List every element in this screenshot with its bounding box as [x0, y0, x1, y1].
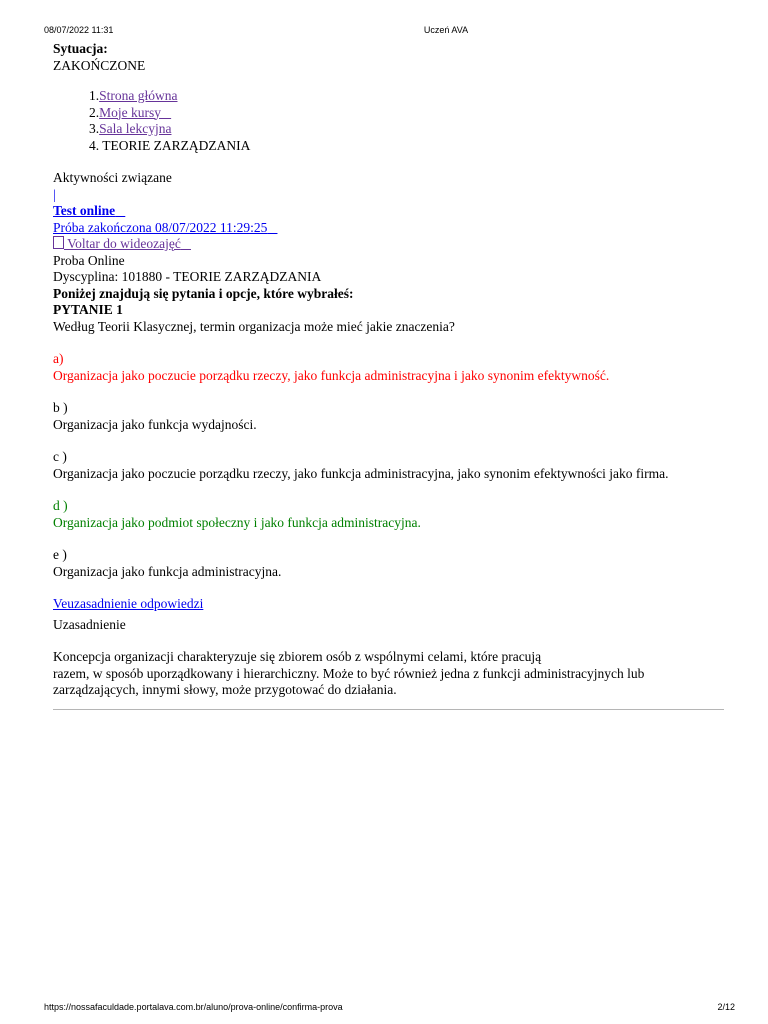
option-letter: e ): [53, 547, 67, 562]
breadcrumb-item-classroom: 3.Sala lekcyjna: [89, 121, 172, 136]
option-d: d ) Organizacja jako podmiot społeczny i…: [53, 498, 733, 531]
option-text: Organizacja jako funkcja administracyjna…: [53, 563, 282, 579]
situation-value: ZAKOŃCZONE: [53, 57, 146, 73]
breadcrumb-link-home[interactable]: Strona główna: [99, 88, 177, 103]
breadcrumb-item-home: 1.Strona główna: [89, 88, 178, 103]
breadcrumb-link-classroom[interactable]: Sala lekcyjna: [99, 121, 171, 136]
exam-type: Proba Online: [53, 252, 125, 268]
breadcrumb-link-courses[interactable]: Moje kursy: [99, 105, 171, 120]
activity-cursor-link[interactable]: |: [53, 187, 56, 202]
attempt-finished-link[interactable]: Próba zakończona 08/07/2022 11:29:25: [53, 220, 277, 235]
activities-heading: Aktywności związane: [53, 170, 172, 185]
option-text: Organizacja jako poczucie porządku rzecz…: [53, 465, 669, 481]
justification-line-1: Koncepcja organizacji charakteryzuje się…: [53, 649, 542, 664]
arrow-left-icon: [53, 236, 64, 249]
test-online-link[interactable]: Test online: [53, 203, 125, 218]
option-b: b ) Organizacja jako funkcja wydajności.: [53, 400, 733, 433]
option-letter: a): [53, 351, 64, 366]
breadcrumb-current: TEORIE ZARZĄDZANIA: [102, 137, 251, 153]
print-footer: https://nossafaculdade.portalava.com.br/…: [0, 1002, 768, 1014]
option-a: a) Organizacja jako poczucie porządku rz…: [53, 351, 733, 384]
breadcrumb-item-courses: 2.Moje kursy: [89, 105, 733, 122]
justification-heading: Uzasadnienie: [53, 616, 126, 632]
option-letter: d ): [53, 498, 68, 513]
main-content: Sytuacja: ZAKOŃCZONE 1.Strona główna 2.M…: [53, 41, 733, 710]
option-text: Organizacja jako poczucie porządku rzecz…: [53, 367, 610, 383]
option-text: Organizacja jako podmiot społeczny i jak…: [53, 514, 421, 530]
print-url: https://nossafaculdade.portalava.com.br/…: [44, 1002, 343, 1012]
print-title: Uczeń AVA: [423, 25, 469, 35]
print-page-number: 2/12: [717, 1002, 735, 1012]
show-justification-link[interactable]: Veuzasadnienie odpowiedzi: [53, 596, 203, 611]
option-text: Organizacja jako funkcja wydajności.: [53, 416, 257, 432]
option-letter: c ): [53, 449, 67, 464]
option-e: e ) Organizacja jako funkcja administrac…: [53, 547, 733, 580]
option-c: c ) Organizacja jako poczucie porządku r…: [53, 449, 733, 482]
breadcrumb: 1.Strona główna 2.Moje kursy 3.Sala lekc…: [53, 88, 733, 154]
exam-discipline: Dyscyplina: 101880 - TEORIE ZARZĄDZANIA: [53, 269, 322, 284]
exam-intro: Poniżej znajdują się pytania i opcje, kt…: [53, 285, 354, 301]
option-letter: b ): [53, 400, 68, 415]
question-label: PYTANIE 1: [53, 302, 123, 317]
justification-line-2: razem, w sposób uporządkowany i hierarch…: [53, 665, 645, 698]
situation-label: Sytuacja:: [53, 41, 108, 56]
question-text: Według Teorii Klasycznej, termin organiz…: [53, 318, 455, 334]
back-to-videos-link[interactable]: Voltar do wideozajęć: [53, 236, 191, 251]
divider: [53, 708, 724, 710]
breadcrumb-item-course: 4. TEORIE ZARZĄDZANIA: [89, 137, 251, 153]
print-header: 08/07/2022 11:31 Uczeń AVA: [0, 25, 768, 37]
